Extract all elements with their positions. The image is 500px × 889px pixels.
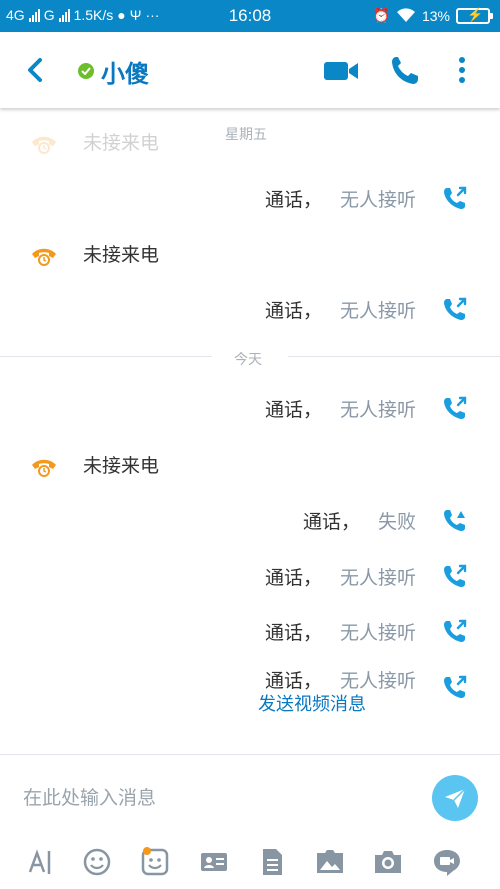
missed-call-icon — [32, 459, 56, 477]
missed-call-message[interactable]: 未接来电 — [0, 447, 500, 481]
comma: ， — [302, 399, 322, 421]
contact-card-icon[interactable] — [199, 847, 229, 877]
chat-header: 小傻 — [0, 32, 500, 108]
alarm-icon: ⏰ — [372, 7, 390, 23]
call-failed-icon — [444, 510, 465, 531]
send-button[interactable] — [432, 775, 478, 821]
file-icon[interactable] — [257, 847, 287, 877]
wifi-icon — [396, 8, 415, 22]
image-icon[interactable] — [315, 847, 345, 877]
call-status: 无人接听 — [339, 670, 416, 692]
outgoing-call-message[interactable]: 通话， 无人接听 — [0, 391, 500, 425]
call-label: 通话 — [264, 567, 303, 589]
call-status: 无人接听 — [339, 399, 416, 421]
call-label: 通话 — [264, 399, 303, 421]
status-right: ⏰ 13% ⚡ — [372, 7, 493, 24]
missed-call-message[interactable]: 未接来电 — [0, 124, 500, 158]
comma: ， — [302, 670, 322, 692]
comma: ， — [340, 511, 360, 533]
compose-toolbar — [0, 847, 500, 881]
presence-online-icon — [78, 63, 94, 79]
comma: ， — [302, 300, 322, 322]
missed-call-label: 未接来电 — [83, 244, 160, 266]
outgoing-call-icon — [444, 619, 467, 642]
outgoing-call-message[interactable]: 通话， 无人接听 — [0, 559, 500, 593]
call-status: 无人接听 — [339, 189, 416, 211]
video-call-icon[interactable] — [322, 58, 360, 84]
missed-call-icon — [32, 136, 56, 154]
call-status: 无人接听 — [339, 567, 416, 589]
call-label: 通话 — [264, 189, 303, 211]
missed-call-icon — [32, 248, 56, 266]
outgoing-call-icon — [444, 396, 467, 419]
video-message-icon[interactable] — [432, 847, 462, 877]
call-label: 通话 — [264, 670, 303, 692]
outgoing-call-message[interactable]: 通话， 无人接听 — [0, 181, 500, 215]
status-bar: 4G G 1.5K/s ● Ψ ··· 16:08 ⏰ 13% ⚡ — [0, 0, 500, 32]
send-icon — [445, 788, 466, 808]
comma: ， — [302, 567, 322, 589]
comma: ， — [302, 622, 322, 644]
call-status: 无人接听 — [339, 622, 416, 644]
outgoing-call-message[interactable]: 通话， 无人接听 — [0, 292, 500, 326]
failed-call-message[interactable]: 通话， 失败 — [0, 503, 500, 537]
outgoing-call-icon — [444, 564, 467, 587]
call-label: 通话 — [302, 511, 341, 533]
message-input[interactable]: 在此处输入消息 — [23, 783, 156, 810]
outgoing-call-message[interactable]: 通话， 无人接听 — [0, 662, 500, 698]
outgoing-call-icon — [444, 186, 467, 209]
battery-percent: 13% — [421, 7, 450, 24]
more-options-icon[interactable] — [452, 54, 472, 86]
missed-call-label: 未接来电 — [83, 132, 160, 154]
outgoing-call-message[interactable]: 通话， 无人接听 — [0, 614, 500, 648]
call-label: 通话 — [264, 300, 303, 322]
send-video-message-link[interactable]: 发送视频消息 — [258, 690, 366, 716]
comma: ， — [302, 189, 322, 211]
call-label: 通话 — [264, 622, 303, 644]
call-status: 失败 — [377, 511, 416, 533]
contact-name[interactable]: 小傻 — [101, 54, 149, 89]
voice-call-icon[interactable] — [390, 54, 420, 86]
compose-area: 在此处输入消息 — [0, 754, 500, 889]
day-label-today: 今天 — [234, 352, 262, 368]
outgoing-call-icon — [444, 297, 467, 320]
missed-call-message[interactable]: 未接来电 — [0, 236, 500, 270]
back-arrow-icon[interactable] — [22, 52, 56, 88]
new-sticker-badge — [143, 847, 151, 855]
call-status: 无人接听 — [339, 300, 416, 322]
battery-icon: ⚡ — [456, 7, 493, 24]
text-format-icon[interactable] — [26, 847, 56, 877]
emoji-icon[interactable] — [82, 847, 112, 877]
camera-icon[interactable] — [373, 847, 403, 877]
outgoing-call-icon — [444, 675, 467, 698]
missed-call-label: 未接来电 — [83, 455, 160, 477]
